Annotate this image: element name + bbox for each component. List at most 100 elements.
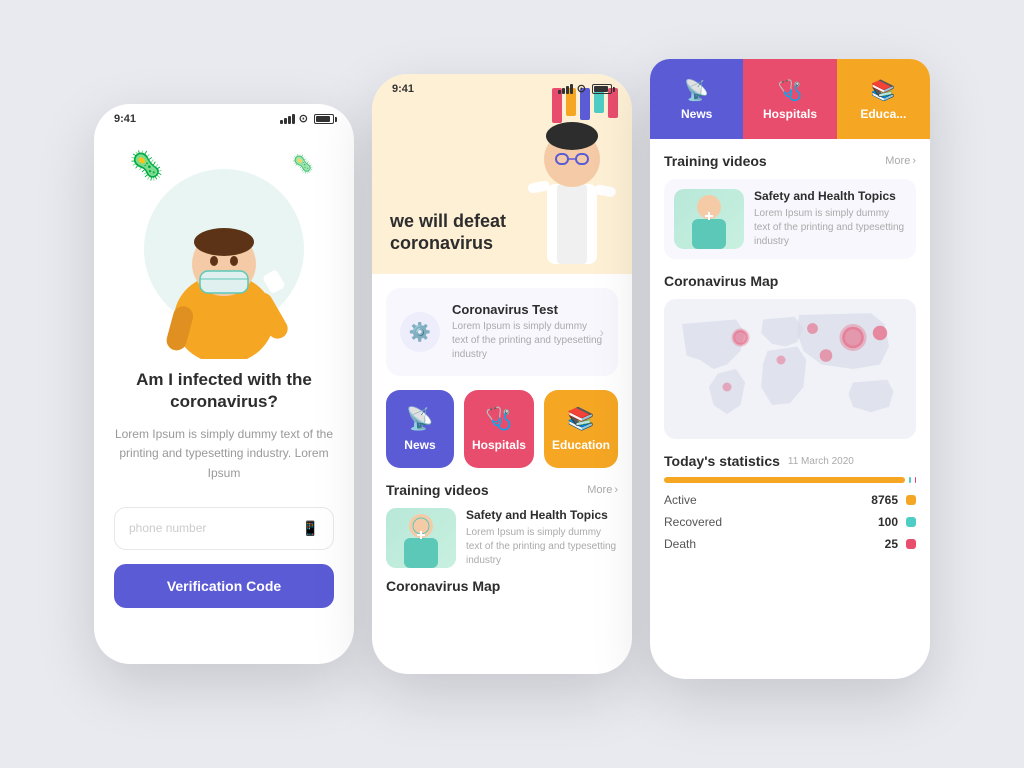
- test-card-title: Coronavirus Test: [452, 302, 604, 317]
- test-card-text: Coronavirus Test Lorem Ipsum is simply d…: [452, 302, 604, 362]
- category-buttons: 📡 News 🩺 Hospitals 📚 Education: [386, 390, 618, 468]
- verify-button[interactable]: Verification Code: [114, 564, 334, 608]
- status-icons-2: ⊙: [558, 82, 612, 95]
- training-more[interactable]: More ›: [587, 484, 618, 496]
- test-card-icon: ⚙️: [400, 312, 440, 352]
- p3-map-section-header: Coronavirus Map: [664, 273, 916, 289]
- header-line2: coronavirus: [390, 233, 506, 254]
- phone-icon: 📱: [302, 520, 319, 537]
- training-card-title: Safety and Health Topics: [466, 508, 618, 522]
- phone3-body: Training videos More › Safety and He: [650, 139, 930, 573]
- active-label: Active: [664, 493, 871, 507]
- test-card-subtitle: Lorem Ipsum is simply dummy text of the …: [452, 320, 604, 362]
- phone2-header: we will defeat coronavirus: [372, 74, 632, 274]
- stat-recovered: Recovered 100: [664, 515, 916, 529]
- death-bar: [915, 477, 916, 483]
- signal-icon: [280, 114, 295, 124]
- stat-active: Active 8765: [664, 493, 916, 507]
- hospitals-icon: 🩺: [485, 406, 512, 432]
- education-button[interactable]: 📚 Education: [544, 390, 618, 468]
- training-thumbnail: [386, 508, 456, 568]
- tab-hospitals-icon: 🩺: [778, 78, 803, 103]
- map-section: Coronavirus Map: [386, 578, 618, 596]
- tab-news-label: News: [681, 107, 712, 121]
- phone1-subtext: Lorem Ipsum is simply dummy text of the …: [114, 425, 334, 483]
- status-bar-2: 9:41 ⊙: [372, 74, 632, 99]
- news-label: News: [404, 438, 435, 452]
- p3-training-section-header: Training videos More ›: [664, 153, 916, 169]
- phone1-heading: Am I infected with the coronavirus?: [114, 369, 334, 413]
- settings-icon: ⚙️: [409, 322, 431, 343]
- phone-3: 📡 News 🩺 Hospitals 📚 Educa... Training v…: [650, 59, 930, 679]
- stats-title: Today's statistics: [664, 453, 780, 469]
- battery-icon: [314, 114, 334, 124]
- screens-container: 9:41 ⊙ 🦠 🦠: [0, 0, 1024, 768]
- hospitals-label: Hospitals: [472, 438, 526, 452]
- chevron-right-icon: ›: [599, 324, 604, 340]
- recovered-label: Recovered: [664, 515, 878, 529]
- p3-map-title: Coronavirus Map: [664, 273, 778, 289]
- p3-more-chevron-icon: ›: [912, 155, 916, 167]
- stats-bar-chart: [664, 477, 916, 483]
- tab-education-label: Educa...: [860, 107, 906, 121]
- death-dot: [906, 539, 916, 549]
- active-value: 8765: [871, 493, 898, 507]
- phone1-illustration: 🦠 🦠: [124, 139, 324, 359]
- p3-training-thumbnail: [674, 189, 744, 249]
- stat-death: Death 25: [664, 537, 916, 551]
- virus-icon-right: 🦠: [292, 154, 314, 175]
- death-value: 25: [885, 537, 898, 551]
- education-label: Education: [552, 438, 610, 452]
- news-icon: 📡: [406, 406, 433, 432]
- hospitals-button[interactable]: 🩺 Hospitals: [464, 390, 534, 468]
- recovered-bar: [909, 477, 912, 483]
- death-label: Death: [664, 537, 885, 551]
- education-icon: 📚: [567, 406, 594, 432]
- status-time-2: 9:41: [392, 83, 414, 95]
- phone2-body: ⚙️ Coronavirus Test Lorem Ipsum is simpl…: [372, 274, 632, 644]
- tab-news-icon: 📡: [684, 78, 709, 103]
- recovered-value: 100: [878, 515, 898, 529]
- active-dot: [906, 495, 916, 505]
- recovered-dot: [906, 517, 916, 527]
- tab-education-icon: 📚: [871, 78, 896, 103]
- training-card-subtitle: Lorem Ipsum is simply dummy text of the …: [466, 526, 618, 568]
- tab-education[interactable]: 📚 Educa...: [837, 59, 930, 139]
- doctor-illustration: [522, 94, 622, 274]
- person-illustration: [144, 189, 304, 359]
- status-icons-1: ⊙: [280, 112, 334, 125]
- test-card[interactable]: ⚙️ Coronavirus Test Lorem Ipsum is simpl…: [386, 288, 618, 376]
- tab-hospitals[interactable]: 🩺 Hospitals: [743, 59, 836, 139]
- input-placeholder-text: phone number: [129, 521, 206, 535]
- training-card[interactable]: Safety and Health Topics Lorem Ipsum is …: [386, 508, 618, 568]
- tab-hospitals-label: Hospitals: [763, 107, 817, 121]
- signal-icon-2: [558, 84, 573, 94]
- map-title: Coronavirus Map: [386, 578, 500, 594]
- phone2-header-text: we will defeat coronavirus: [390, 210, 506, 254]
- p3-training-title: Training videos: [664, 153, 767, 169]
- p3-training-card-title: Safety and Health Topics: [754, 189, 906, 203]
- training-section-header: Training videos More ›: [386, 482, 618, 498]
- header-line1: we will defeat: [390, 210, 506, 233]
- training-title: Training videos: [386, 482, 489, 498]
- phone1-body: 🦠 🦠: [94, 129, 354, 659]
- p3-training-more[interactable]: More ›: [885, 155, 916, 167]
- status-bar-1: 9:41 ⊙: [94, 104, 354, 129]
- stats-header: Today's statistics 11 March 2020: [664, 453, 916, 469]
- active-bar: [664, 477, 905, 483]
- stats-date: 11 March 2020: [788, 456, 854, 467]
- p3-training-card-info: Safety and Health Topics Lorem Ipsum is …: [754, 189, 906, 249]
- battery-icon-2: [592, 84, 612, 94]
- p3-training-card[interactable]: Safety and Health Topics Lorem Ipsum is …: [664, 179, 916, 259]
- phone3-header-tabs: 📡 News 🩺 Hospitals 📚 Educa...: [650, 59, 930, 139]
- phone-2: 9:41 ⊙: [372, 74, 632, 674]
- status-time-1: 9:41: [114, 113, 136, 125]
- coronavirus-map: [664, 299, 916, 439]
- phone-input-field[interactable]: phone number 📱: [114, 507, 334, 550]
- news-button[interactable]: 📡 News: [386, 390, 454, 468]
- virus-icon-left: 🦠: [129, 149, 164, 182]
- more-chevron-icon: ›: [614, 484, 618, 496]
- p3-training-card-subtitle: Lorem Ipsum is simply dummy text of the …: [754, 207, 906, 249]
- tab-news[interactable]: 📡 News: [650, 59, 743, 139]
- wifi-icon-2: ⊙: [577, 82, 586, 95]
